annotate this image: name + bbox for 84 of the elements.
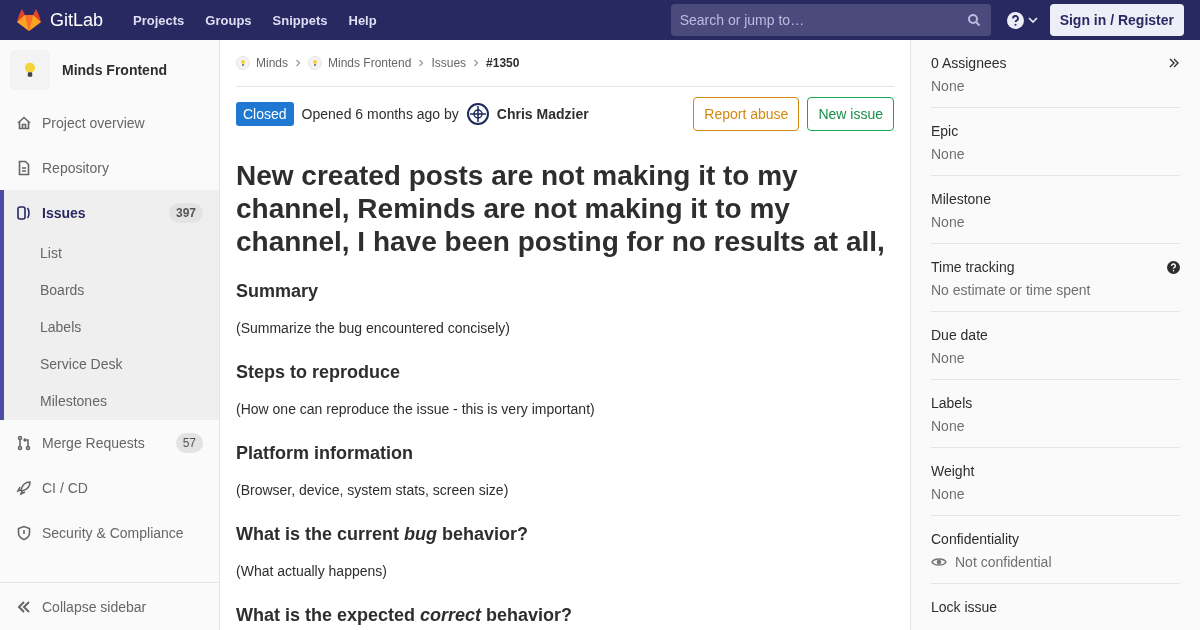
home-icon — [16, 114, 32, 131]
collapse-label: Collapse sidebar — [42, 598, 147, 615]
detail-value: None — [931, 146, 965, 162]
detail-label: 0 Assignees — [931, 55, 1007, 71]
count-badge: 57 — [175, 432, 203, 453]
sidebar-item[interactable]: Repository — [4, 145, 219, 190]
detail-label: Due date — [931, 327, 988, 343]
section-heading: Platform information — [236, 443, 414, 464]
nav-link[interactable]: Groups — [205, 12, 252, 28]
detail-label: Milestone — [931, 191, 991, 207]
fox-logo-icon — [16, 8, 42, 32]
detail-value: None — [931, 78, 965, 94]
collapse-sidebar-button[interactable]: Collapse sidebar — [0, 582, 219, 630]
sign-in-button[interactable]: Sign in / Register — [1049, 4, 1184, 36]
sidebar-subitem[interactable]: Milestones — [4, 383, 219, 420]
sidebar-subitem[interactable]: List — [4, 235, 219, 272]
sidebar-item[interactable]: Security & Compliance — [4, 510, 219, 555]
issues-icon — [16, 204, 32, 221]
search-field[interactable]: Search or jump to… — [670, 4, 991, 36]
sidebar-item[interactable]: Project overview — [4, 100, 219, 145]
rocket-icon — [16, 479, 32, 496]
sidebar-item-label: Project overview — [42, 114, 145, 131]
sidebar-item-label: Repository — [42, 159, 109, 176]
detail-value: Not confidential — [955, 554, 1052, 570]
detail-label: Time tracking — [931, 259, 1015, 275]
nav-link[interactable]: Help — [348, 12, 377, 28]
project-name[interactable]: Minds Frontend — [62, 62, 167, 78]
breadcrumb-link[interactable]: #1350 — [486, 56, 520, 70]
logo-text: GitLab — [50, 9, 104, 31]
breadcrumb-link[interactable]: Minds Frontend — [328, 56, 412, 70]
section-text: (What actually happens) — [236, 563, 388, 579]
shield-icon — [16, 524, 32, 541]
chevron-right-icon — [294, 59, 302, 67]
nav-link[interactable]: Projects — [133, 12, 185, 28]
issue-title: New created posts are not making it to my channel, Reminds are not making it to my channel, I have been posting for no results at all, — [236, 159, 886, 258]
status-badge: Closed — [236, 102, 294, 126]
caret-icon — [1027, 17, 1038, 23]
section-text: (How one can reproduce the issue - this is very important) — [236, 401, 596, 417]
detail-label: Epic — [931, 123, 959, 139]
merge-request-icon — [16, 434, 32, 451]
author-link[interactable]: Chris Madzier — [496, 106, 589, 122]
sidebar-subitem[interactable]: Boards — [4, 272, 219, 309]
sidebar-item-label: CI / CD — [42, 479, 88, 496]
new-issue-button[interactable]: New issue — [807, 97, 894, 131]
sidebar-item[interactable]: CI / CD — [4, 465, 219, 510]
opened-text: Opened 6 months ago by — [301, 106, 459, 122]
sidebar-item-label: Merge Requests — [42, 434, 145, 451]
search-icon — [966, 13, 981, 27]
detail-value: None — [931, 486, 965, 502]
sidebar-item-label: Security & Compliance — [42, 524, 184, 541]
section-text: (Browser, device, system stats, screen size) — [236, 482, 510, 498]
chevron-right-icon — [417, 59, 426, 67]
detail-value: None — [931, 214, 965, 230]
eye-icon — [931, 556, 947, 568]
section-heading: Steps to reproduce — [236, 362, 402, 383]
detail-value: None — [931, 350, 965, 366]
double-chevron-right-icon[interactable] — [1168, 57, 1180, 69]
help-dropdown[interactable] — [1006, 11, 1038, 29]
breadcrumb-link[interactable]: Issues — [431, 56, 467, 70]
section-heading: What is the current bug behavior? — [236, 524, 530, 545]
sidebar-subitem[interactable]: Labels — [4, 309, 219, 346]
detail-value: No estimate or time spent — [931, 282, 1091, 298]
detail-label: Lock issue — [931, 599, 998, 615]
section-heading: Summary — [236, 281, 320, 302]
section-text: (Summarize the bug encountered concisely) — [236, 320, 511, 336]
double-chevron-left-icon — [16, 598, 32, 615]
sidebar-subitem[interactable]: Service Desk — [4, 346, 219, 383]
breadcrumb-link[interactable]: Minds — [256, 56, 288, 70]
report-abuse-button[interactable]: Report abuse — [693, 97, 800, 131]
help-icon — [1006, 11, 1024, 29]
count-badge: 397 — [168, 202, 203, 223]
detail-label: Confidentiality — [931, 531, 1019, 547]
sidebar-item[interactable]: Issues 397 — [4, 190, 219, 235]
detail-label: Labels — [931, 395, 973, 411]
sidebar-item-label: Issues — [42, 204, 86, 221]
document-icon — [16, 159, 32, 176]
detail-value: None — [931, 418, 965, 434]
detail-label: Weight — [931, 463, 975, 479]
avatar-icon — [466, 103, 489, 125]
sidebar-item[interactable]: Merge Requests 57 — [4, 420, 219, 465]
section-heading: What is the expected correct behavior? — [236, 605, 574, 626]
chevron-right-icon — [472, 59, 481, 67]
help-icon[interactable] — [1167, 260, 1180, 274]
nav-link[interactable]: Snippets — [272, 12, 328, 28]
